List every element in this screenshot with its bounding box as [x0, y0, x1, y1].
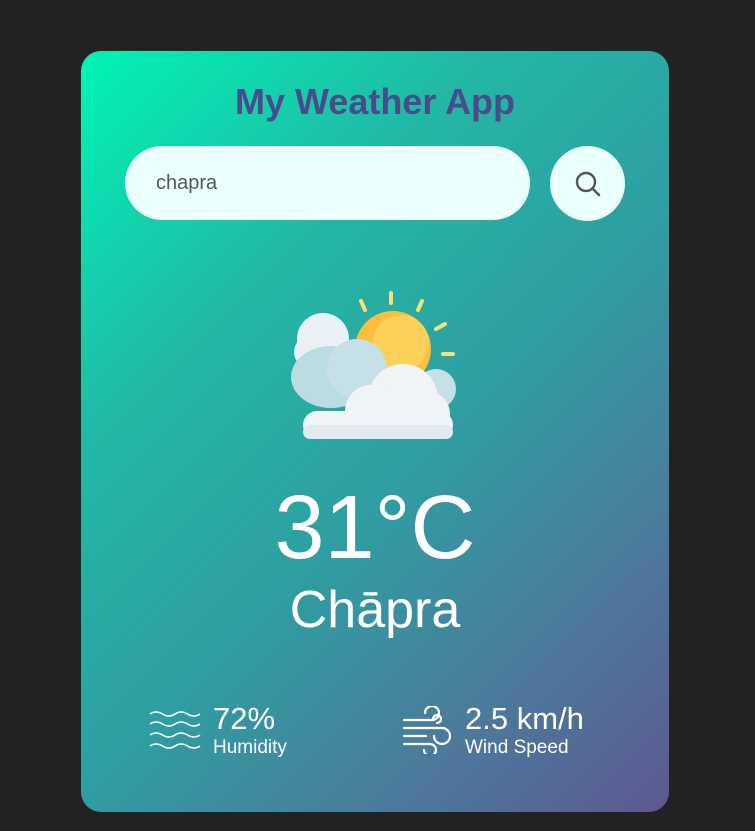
city-name: Chāpra — [289, 581, 461, 639]
weather-card: My Weather App 31°C Chāpra — [81, 51, 669, 812]
partly-cloudy-icon — [291, 291, 456, 439]
humidity-value: 72% — [213, 701, 276, 736]
search-input[interactable] — [125, 146, 530, 220]
wind-detail: 2.5 km/h Wind Speed — [401, 703, 584, 757]
temperature: 31°C — [274, 478, 476, 578]
humidity-waves-icon — [149, 711, 201, 749]
wind-label: Wind Speed — [465, 737, 569, 758]
wind-value: 2.5 km/h — [465, 701, 584, 736]
humidity-label: Humidity — [213, 737, 287, 758]
search-button[interactable] — [550, 146, 625, 221]
wind-icon — [402, 706, 452, 754]
search-icon — [575, 171, 600, 196]
app-title: My Weather App — [234, 81, 516, 122]
humidity-detail: 72% Humidity — [149, 703, 287, 757]
